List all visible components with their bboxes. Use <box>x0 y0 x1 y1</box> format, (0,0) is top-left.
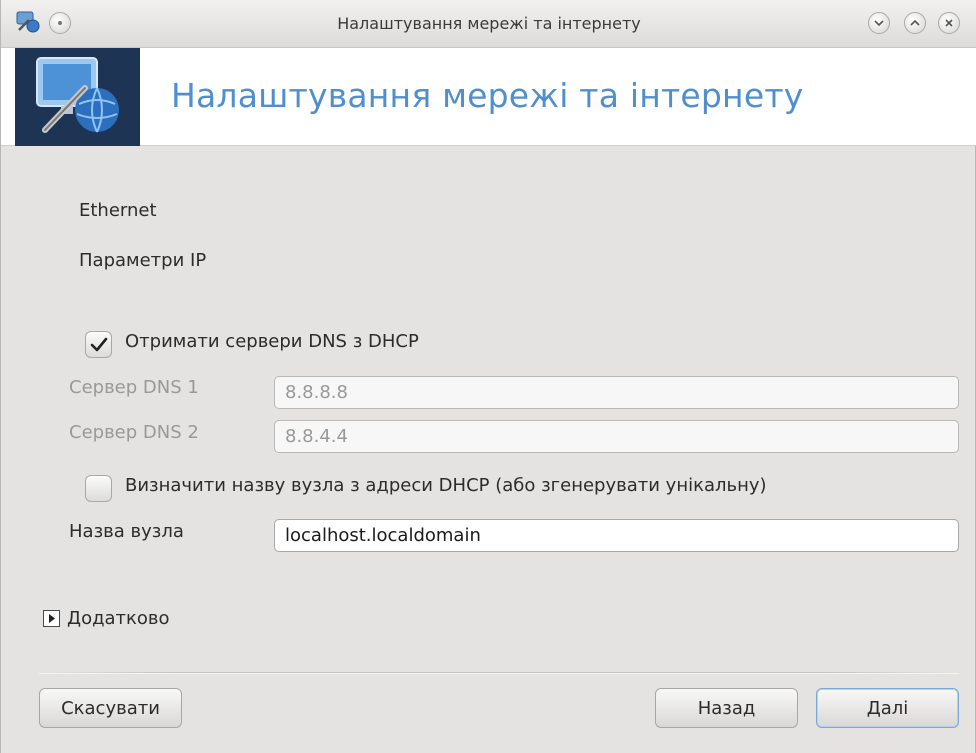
hostname-field[interactable]: localhost.localdomain <box>274 519 959 552</box>
dns-server-2-label: Сервер DNS 2 <box>69 422 199 443</box>
next-button[interactable]: Далі <box>816 688 959 728</box>
network-config-window: Налаштування мережі та інтернету Налашту… <box>0 0 976 753</box>
divider <box>39 672 959 674</box>
dns-server-2-field[interactable]: 8.8.4.4 <box>274 420 959 453</box>
advanced-expander[interactable]: Додатково <box>67 608 170 629</box>
dns-server-1-field[interactable]: 8.8.8.8 <box>274 376 959 409</box>
expand-arrow-icon[interactable] <box>43 610 60 627</box>
maximize-icon[interactable] <box>904 12 926 34</box>
back-button[interactable]: Назад <box>655 688 798 728</box>
hostname-from-dhcp-checkbox[interactable] <box>85 475 112 502</box>
dns-from-dhcp-label[interactable]: Отримати сервери DNS з DHCP <box>125 331 419 352</box>
close-icon[interactable] <box>938 12 960 34</box>
checkmark-icon <box>90 337 107 351</box>
network-config-icon <box>15 48 161 146</box>
page-title: Налаштування мережі та інтернету <box>171 76 804 115</box>
header-banner: Налаштування мережі та інтернету <box>1 48 976 146</box>
hostname-from-dhcp-label[interactable]: Визначити назву вузла з адреси DHCP (або… <box>125 475 767 496</box>
hostname-label: Назва вузла <box>69 521 184 542</box>
minimize-icon[interactable] <box>868 12 890 34</box>
title-bar: Налаштування мережі та інтернету <box>1 0 976 48</box>
cancel-button[interactable]: Скасувати <box>39 688 182 728</box>
interface-label: Ethernet <box>79 200 157 221</box>
window-title: Налаштування мережі та інтернету <box>337 14 641 33</box>
section-label: Параметри IP <box>79 250 207 271</box>
dns-server-1-label: Сервер DNS 1 <box>69 377 199 398</box>
dns-from-dhcp-checkbox[interactable] <box>85 331 112 358</box>
